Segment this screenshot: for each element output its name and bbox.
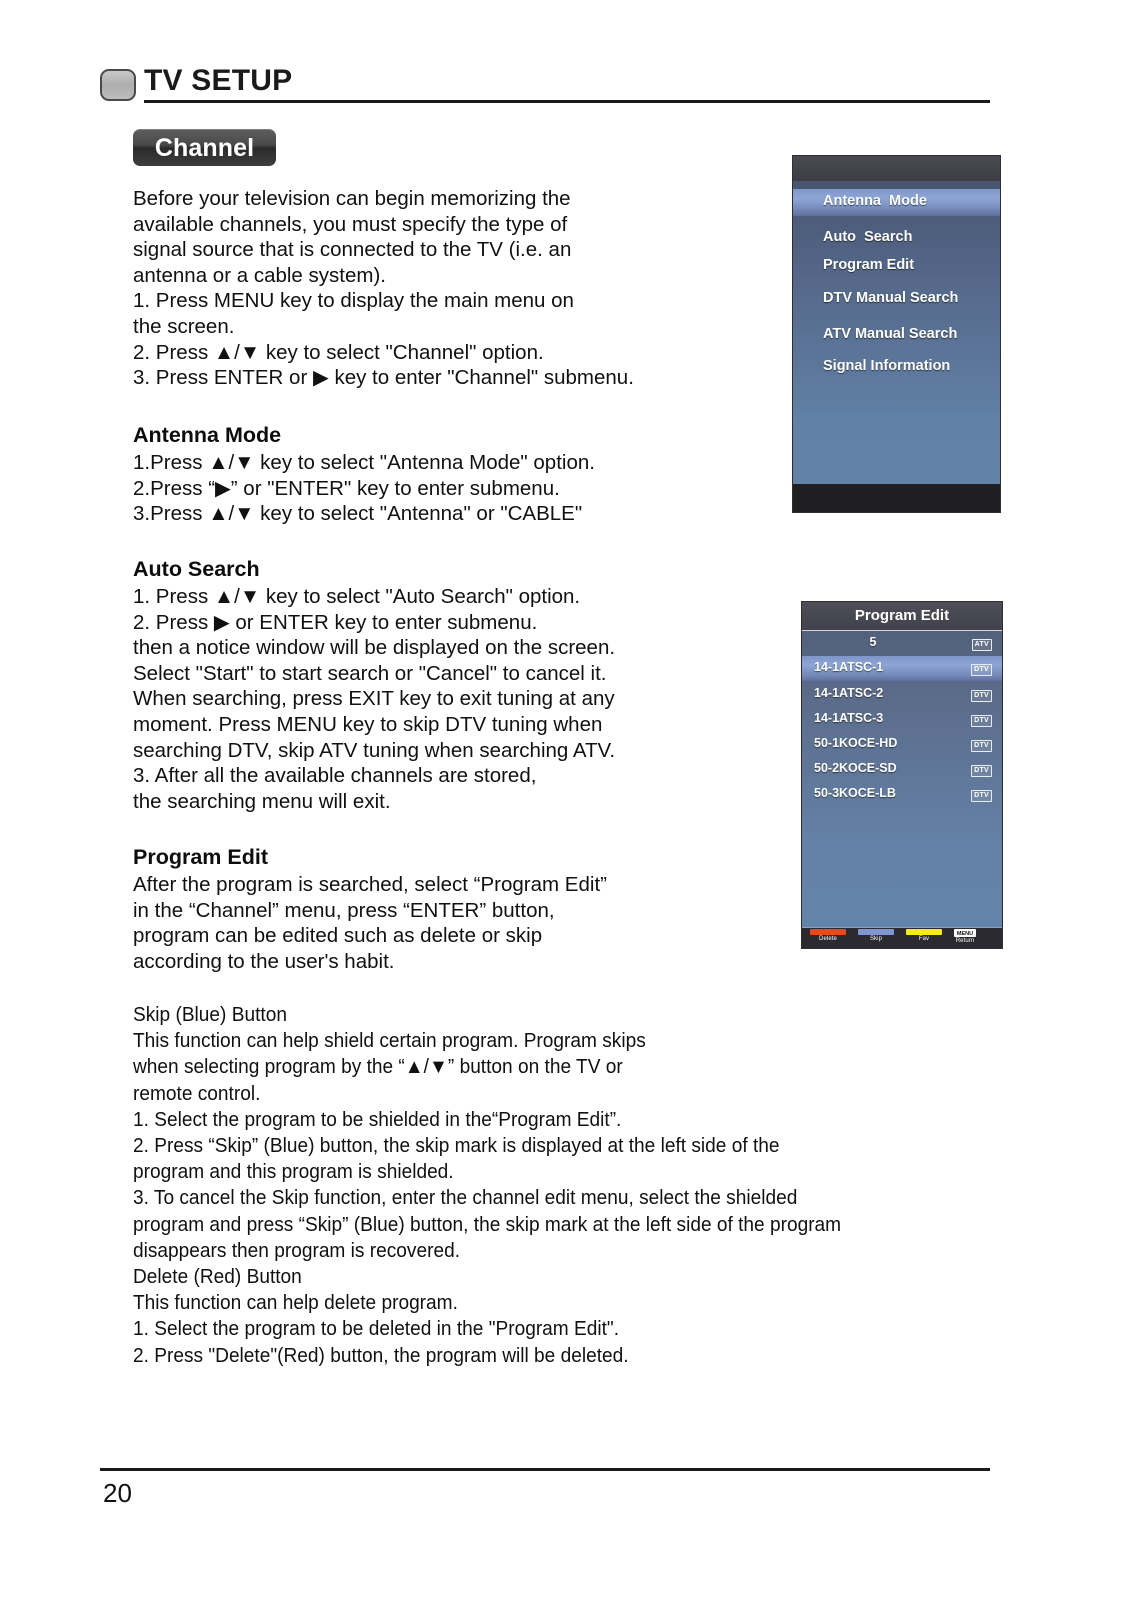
program-name: 14-1ATSC-1 [814,660,884,674]
function-key-label: Return [955,938,975,944]
section-tab-label: Channel [154,134,255,162]
program-type-badge: DTV [971,690,992,702]
osd-menu-item-auto-search[interactable]: Auto Search [823,229,912,245]
program-type-badge: DTV [971,715,992,727]
osd-channel-menu: Antenna Mode Auto Search Program Edit DT… [792,155,1001,513]
menu-key-badge: MENU [954,929,976,937]
osd-menu-bottombar [793,484,1000,512]
osd-program-edit-panel: Program Edit 5 ATV 14-1ATSC-1 DTV 14-1AT… [801,601,1003,949]
osd-program-edit-title: Program Edit [802,602,1002,631]
paragraph-intro: Before your television can begin memoriz… [133,187,634,390]
paragraph-antenna-mode: 1.Press ▲/▼ key to select "Antenna Mode"… [133,451,595,526]
function-key-label: Fav [918,936,930,942]
function-key-return[interactable]: MENU Return [954,929,976,945]
heading-program-edit: Program Edit [133,845,268,869]
osd-menu-item-signal-information[interactable]: Signal Information [823,358,950,374]
program-row[interactable]: 14-1ATSC-3 DTV [802,707,1002,732]
heading-antenna-mode: Antenna Mode [133,423,282,447]
function-key-delete[interactable]: Delete [810,929,846,943]
osd-menu-item-program-edit[interactable]: Program Edit [823,257,914,273]
heading-auto-search: Auto Search [133,557,260,581]
program-type-badge: ATV [971,639,992,651]
program-name: 14-1ATSC-3 [814,711,884,725]
osd-menu-item-dtv-manual-search[interactable]: DTV Manual Search [823,290,958,306]
program-name: 50-2KOCE-SD [814,761,897,775]
footer-divider [100,1468,990,1471]
program-row[interactable]: 50-1KOCE-HD DTV [802,732,1002,757]
page-number: 20 [103,1478,132,1508]
function-key-label: Skip [869,936,883,942]
program-type-badge: DTV [971,740,992,752]
program-type-badge: DTV [971,790,992,802]
program-type-badge: DTV [971,664,992,676]
paragraph-auto-search: 1. Press ▲/▼ key to select "Auto Search"… [133,585,616,813]
function-key-fav[interactable]: Fav [906,929,942,943]
header-divider [144,100,990,103]
section-tab-channel: Channel [133,129,276,166]
program-row[interactable]: 14-1ATSC-2 DTV [802,682,1002,707]
program-row[interactable]: 14-1ATSC-1 DTV [802,656,1002,681]
osd-menu-item-antenna-mode[interactable]: Antenna Mode [823,193,927,209]
header-pill-icon [100,69,136,101]
function-key-skip[interactable]: Skip [858,929,894,943]
program-name: 50-1KOCE-HD [814,736,898,750]
program-row[interactable]: 50-3KOCE-LB DTV [802,782,1002,807]
program-name: 5 [869,635,877,649]
program-name: 50-3KOCE-LB [814,786,896,800]
program-row[interactable]: 5 ATV [802,631,1002,656]
program-name: 14-1ATSC-2 [814,686,884,700]
paragraph-program-edit: After the program is searched, select “P… [133,873,607,973]
osd-menu-topbar [793,156,1000,181]
program-row[interactable]: 50-2KOCE-SD DTV [802,757,1002,782]
function-key-label: Delete [819,936,837,942]
osd-menu-item-atv-manual-search[interactable]: ATV Manual Search [823,326,957,342]
page-title: TV SETUP [144,64,293,97]
page-header: TV SETUP [100,62,990,108]
osd-program-edit-footer: Delete Skip Fav MENU Return [802,927,1002,948]
paragraph-skip-delete-buttons: Skip (Blue) Button This function can hel… [133,1004,842,1367]
program-type-badge: DTV [971,765,992,777]
